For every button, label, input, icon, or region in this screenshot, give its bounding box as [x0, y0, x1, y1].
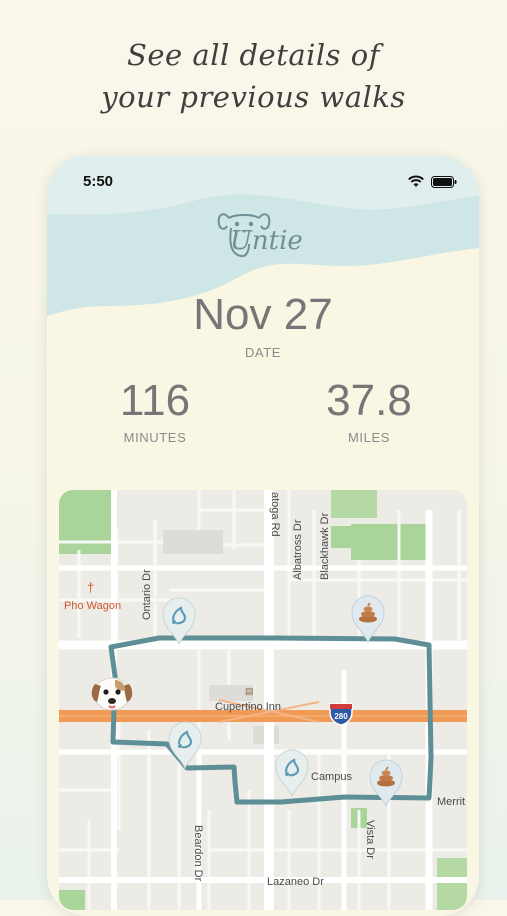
highway-shield-icon: 280 — [329, 703, 353, 726]
street-label: Beardon Dr — [192, 825, 204, 882]
park-area — [331, 490, 377, 518]
headline: See all details of your previous walks — [0, 34, 507, 118]
street-label: Lazaneo Dr — [267, 876, 324, 888]
park-area — [59, 490, 111, 554]
pee-marker-icon[interactable] — [272, 746, 312, 798]
headline-line-1: See all details of — [127, 38, 380, 72]
park-area — [59, 890, 85, 910]
miles-label: MILES — [347, 430, 390, 445]
battery-icon — [431, 176, 457, 188]
pee-marker-icon[interactable] — [165, 718, 205, 770]
place-label-campus: Campus — [311, 771, 352, 783]
pee-marker-icon[interactable] — [159, 594, 199, 646]
street-label: Albatross Dr — [292, 519, 304, 580]
place-label-cupertino-inn: Cupertino Inn — [215, 701, 282, 713]
highway-number: 280 — [334, 712, 348, 721]
park-area — [331, 526, 361, 548]
restaurant-icon: † — [87, 580, 95, 595]
app-logo-text: Untie — [230, 226, 303, 256]
place-label-pho-wagon: Pho Wagon — [64, 600, 122, 612]
status-bar: 5:50 — [47, 156, 479, 206]
street-label: Ontario Dr — [141, 569, 153, 620]
hotel-icon: ▤ — [245, 686, 254, 696]
street-label: atoga Rd — [269, 492, 281, 537]
date-label: DATE — [244, 345, 282, 360]
minutes-label: MINUTES — [123, 430, 187, 445]
wifi-icon — [408, 175, 424, 187]
minutes-value: 116 — [119, 376, 191, 425]
walk-map[interactable]: atoga Rd Albatross Dr Blackhawk Dr Ontar… — [59, 490, 467, 910]
miles-value: 37.8 — [326, 376, 412, 425]
park-area — [351, 524, 429, 560]
dog-location-icon[interactable] — [89, 670, 135, 714]
headline-line-2: your previous walks — [101, 80, 406, 114]
park-area — [437, 858, 467, 910]
status-time: 5:50 — [83, 173, 114, 190]
poop-marker-icon[interactable] — [348, 592, 388, 644]
poop-marker-icon[interactable] — [366, 756, 406, 808]
street-label: Vista Dr — [364, 820, 376, 859]
street-label: Merrit — [437, 796, 466, 808]
street-label: Blackhawk Dr — [319, 512, 331, 580]
phone-frame: 5:50 Untie Nov 27 DATE 116 MINUTES 37.8 … — [47, 156, 479, 916]
date-value: Nov 27 — [193, 290, 333, 339]
